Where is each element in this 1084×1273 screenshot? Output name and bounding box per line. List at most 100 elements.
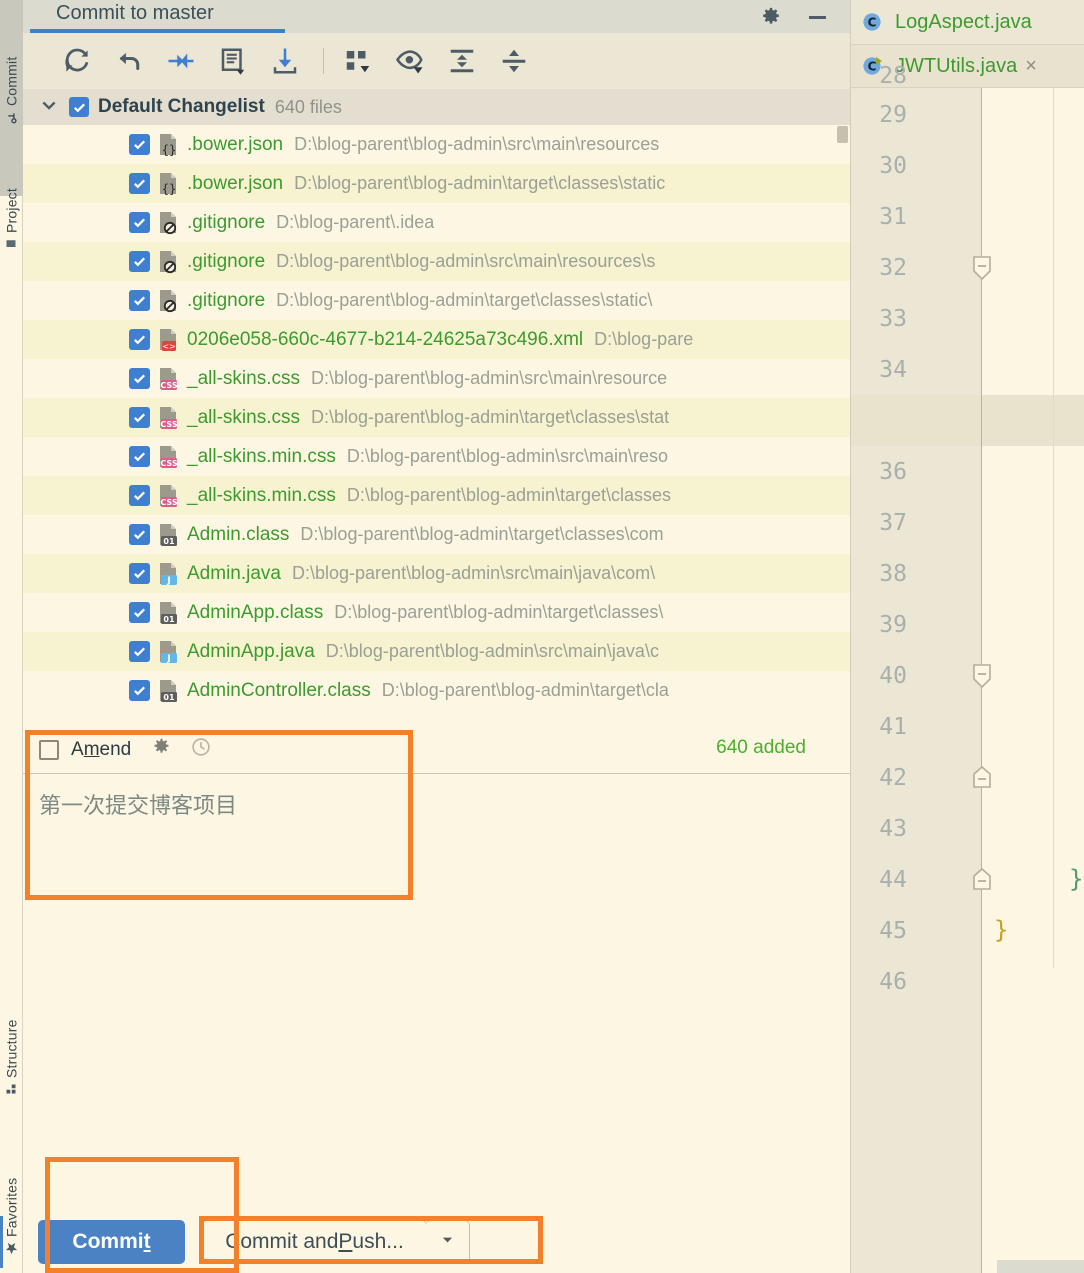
file-row[interactable]: CSS _all-skins.min.css D:\blog-parent\blog… xyxy=(23,437,850,476)
refresh-icon[interactable] xyxy=(57,41,97,81)
eye-dropdown-icon[interactable] xyxy=(390,41,430,81)
current-line-highlight xyxy=(851,395,1084,446)
file-checkbox[interactable] xyxy=(129,212,150,233)
line-number[interactable]: 31 xyxy=(851,204,913,230)
fold-collapse-icon[interactable] xyxy=(970,663,994,689)
line-number[interactable]: 37 xyxy=(851,510,913,536)
line-number[interactable]: 32 xyxy=(851,255,913,281)
undo-icon[interactable] xyxy=(109,41,149,81)
line-number[interactable]: 30 xyxy=(851,153,913,179)
file-checkbox[interactable] xyxy=(129,134,150,155)
line-number[interactable]: 46 xyxy=(851,969,913,995)
file-checkbox[interactable] xyxy=(129,641,150,662)
commit-options-gear-icon[interactable] xyxy=(151,737,172,763)
editor-horizontal-scrollbar[interactable] xyxy=(997,1260,1084,1273)
editor-tab[interactable]: C LogAspect.java xyxy=(851,0,1084,44)
line-number-row: 34 xyxy=(851,344,1084,395)
file-row[interactable]: CSS _all-skins.css D:\blog-parent\blog-adm… xyxy=(23,398,850,437)
sidebar-item-project[interactable]: Project xyxy=(0,130,23,250)
line-number[interactable]: 38 xyxy=(851,561,913,587)
file-checkbox[interactable] xyxy=(129,173,150,194)
file-checkbox[interactable] xyxy=(129,251,150,272)
clock-icon[interactable] xyxy=(190,736,212,763)
fold-collapse-icon[interactable] xyxy=(970,255,994,281)
fold-collapse-icon[interactable] xyxy=(970,765,994,789)
line-number[interactable]: 39 xyxy=(851,612,913,638)
download-icon[interactable] xyxy=(265,41,305,81)
file-path: D:\blog-parent\blog-admin\src\main\resou… xyxy=(294,134,660,154)
file-checkbox[interactable] xyxy=(129,563,150,584)
line-number[interactable]: 41 xyxy=(851,714,913,740)
file-list-scrollbar[interactable] xyxy=(837,126,848,143)
diff-arrows-icon[interactable] xyxy=(161,41,201,81)
line-number[interactable]: 43 xyxy=(851,816,913,842)
svg-text:01: 01 xyxy=(163,693,175,702)
changelist-checkbox[interactable] xyxy=(69,97,89,117)
line-number[interactable]: 34 xyxy=(851,357,913,383)
line-number-row: 39 xyxy=(851,599,1084,650)
file-checkbox[interactable] xyxy=(129,407,150,428)
file-checkbox[interactable] xyxy=(129,680,150,701)
file-row[interactable]: .gitignore D:\blog-parent\blog-admin\src\… xyxy=(23,242,850,281)
line-number[interactable]: 36 xyxy=(851,459,913,485)
css-file-icon: CSS xyxy=(158,406,184,430)
file-row[interactable]: 01 AdminApp.class D:\blog-parent\blog-admi… xyxy=(23,593,850,632)
file-row[interactable]: 01 Admin.class D:\blog-parent\blog-admin\t… xyxy=(23,515,850,554)
file-row[interactable]: {} .bower.json D:\blog-parent\blog-admin\s… xyxy=(23,125,850,164)
commit-and-push-dropdown[interactable] xyxy=(426,1220,470,1264)
chevron-down-icon[interactable] xyxy=(39,95,59,120)
collapse-icon[interactable] xyxy=(494,41,534,81)
file-checkbox[interactable] xyxy=(129,329,150,350)
file-row[interactable]: J Admin.java D:\blog-parent\blog-admin\src… xyxy=(23,554,850,593)
line-number-row: 45} xyxy=(851,905,1084,956)
grid-dropdown-icon[interactable] xyxy=(338,41,378,81)
line-number[interactable]: 45 xyxy=(851,918,913,944)
file-row[interactable]: J AdminApp.java D:\blog-parent\blog-admin\… xyxy=(23,632,850,671)
line-number[interactable]: 42 xyxy=(851,765,913,791)
sidebar-item-favorites-label: Favorites xyxy=(3,1177,20,1237)
file-checkbox[interactable] xyxy=(129,602,150,623)
line-number-row: 30 xyxy=(851,140,1084,191)
changelist-header-row[interactable]: Default Changelist 640 files xyxy=(23,89,850,125)
line-number[interactable]: 40 xyxy=(851,663,913,689)
project-icon xyxy=(6,238,18,250)
line-number-gutter[interactable]: 2829303132333435363738394041424344}45}46 xyxy=(851,63,1084,1007)
file-path: D:\blog-parent\blog-admin\src\main\resou… xyxy=(310,368,668,388)
line-number[interactable]: 44 xyxy=(851,867,913,893)
file-row[interactable]: .gitignore D:\blog-parent\blog-admin\targ… xyxy=(23,281,850,320)
sidebar-item-commit[interactable]: Commit xyxy=(0,4,23,124)
file-checkbox[interactable] xyxy=(129,485,150,506)
line-number[interactable]: 29 xyxy=(851,102,913,128)
changed-files-list[interactable]: {} .bower.json D:\blog-parent\blog-admin\s… xyxy=(23,125,850,719)
commit-and-push-button[interactable]: Commit and Push... xyxy=(202,1220,427,1264)
svg-text:J: J xyxy=(166,576,170,586)
commit-message-field[interactable]: 第一次提交博客项目 xyxy=(23,775,850,1130)
file-row[interactable]: CSS _all-skins.css D:\blog-parent\blog-adm… xyxy=(23,359,850,398)
fold-collapse-icon[interactable] xyxy=(970,867,994,891)
file-path: D:\blog-parent\blog-admin\target\classes… xyxy=(310,407,670,427)
file-checkbox[interactable] xyxy=(129,524,150,545)
line-number-row: 29 xyxy=(851,89,1084,140)
file-row[interactable]: {} .bower.json D:\blog-parent\blog-admin\t… xyxy=(23,164,850,203)
file-checkbox[interactable] xyxy=(129,368,150,389)
gear-icon[interactable] xyxy=(760,6,782,28)
minimize-button[interactable] xyxy=(806,6,828,28)
sidebar-item-structure[interactable]: Structure xyxy=(0,955,23,1095)
file-name: _all-skins.min.css xyxy=(187,445,336,467)
commit-button[interactable]: Commi t xyxy=(38,1220,185,1264)
file-checkbox[interactable] xyxy=(129,290,150,311)
file-row[interactable]: 01 AdminController.class D:\blog-parent\bl… xyxy=(23,671,850,710)
editor-panel: C LogAspect.java C JWTUtils.java × 28 29 30 31 3… xyxy=(850,0,1084,1273)
minus-icon xyxy=(808,15,826,19)
file-row[interactable]: CSS _all-skins.min.css D:\blog-parent\blog… xyxy=(23,476,850,515)
document-dropdown-icon[interactable] xyxy=(213,41,253,81)
file-checkbox[interactable] xyxy=(129,446,150,467)
line-number[interactable]: 33 xyxy=(851,306,913,332)
file-path: D:\blog-parent\blog-admin\target\classes… xyxy=(276,290,653,310)
file-row[interactable]: .gitignore D:\blog-parent\.idea xyxy=(23,203,850,242)
file-row[interactable]: <> 0206e058-660c-4677-b214-24625a73c496.x… xyxy=(23,320,850,359)
line-number-row: 37 xyxy=(851,497,1084,548)
expand-icon[interactable] xyxy=(442,41,482,81)
sidebar-item-favorites[interactable]: Favorites xyxy=(0,1120,23,1255)
amend-checkbox[interactable] xyxy=(39,739,59,760)
